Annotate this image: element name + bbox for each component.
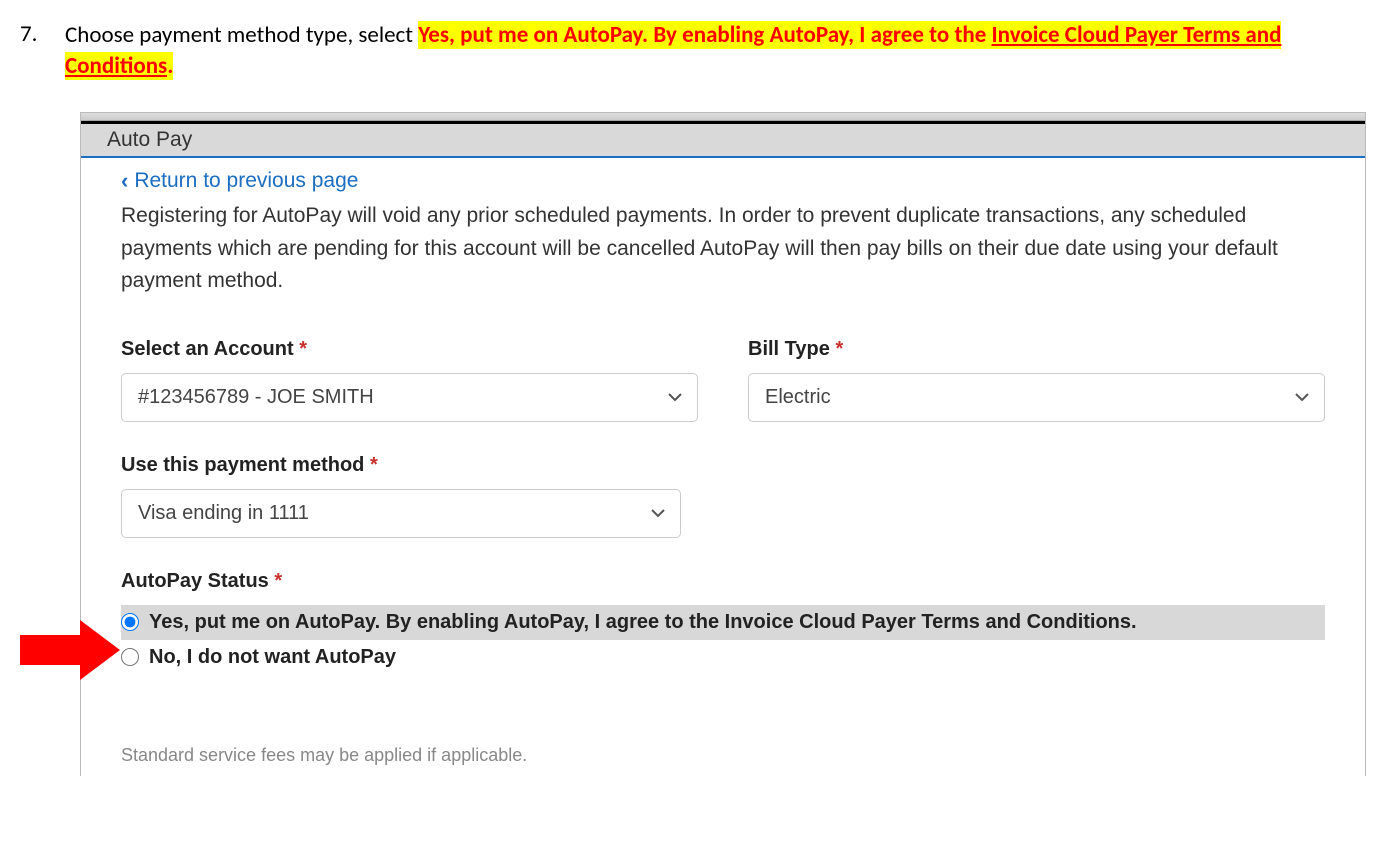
autopay-panel: Auto Pay ‹ Return to previous page Regis… <box>80 112 1366 776</box>
form-row-1: Select an Account * #123456789 - JOE SMI… <box>121 338 1325 422</box>
return-link-label: Return to previous page <box>134 169 358 193</box>
required-asterisk: * <box>835 338 843 360</box>
footer-note: Standard service fees may be applied if … <box>121 745 1325 766</box>
callout-arrow-icon <box>20 620 120 680</box>
required-asterisk: * <box>299 338 307 360</box>
instruction-step: 7. Choose payment method type, select Ye… <box>10 20 1366 82</box>
required-asterisk: * <box>370 454 378 476</box>
payment-field-group: Use this payment method * Visa ending in… <box>121 454 681 538</box>
billtype-select[interactable]: Electric <box>748 373 1325 422</box>
screenshot-container: Auto Pay ‹ Return to previous page Regis… <box>80 112 1366 776</box>
billtype-field-group: Bill Type * Electric <box>748 338 1325 422</box>
account-select-value: #123456789 - JOE SMITH <box>121 373 698 422</box>
panel-body: ‹ Return to previous page Registering fo… <box>81 158 1365 776</box>
radio-no-row[interactable]: No, I do not want AutoPay <box>121 640 1325 675</box>
payment-select[interactable]: Visa ending in 1111 <box>121 489 681 538</box>
payment-select-value: Visa ending in 1111 <box>121 489 681 538</box>
step-highlight-post: . <box>167 52 173 80</box>
billtype-label: Bill Type * <box>748 338 1325 361</box>
account-label: Select an Account * <box>121 338 698 361</box>
step-highlight-pre: Yes, put me on AutoPay. By enabling Auto… <box>418 21 991 49</box>
account-select[interactable]: #123456789 - JOE SMITH <box>121 373 698 422</box>
account-field-group: Select an Account * #123456789 - JOE SMI… <box>121 338 698 422</box>
autopay-radio-group: Yes, put me on AutoPay. By enabling Auto… <box>121 605 1325 675</box>
status-field-group: AutoPay Status * Yes, put me on AutoPay.… <box>121 570 1325 675</box>
radio-no[interactable] <box>121 648 139 666</box>
return-link[interactable]: ‹ Return to previous page <box>121 168 358 194</box>
step-text: Choose payment method type, select Yes, … <box>65 20 1366 82</box>
payment-label: Use this payment method * <box>121 454 681 477</box>
radio-no-label: No, I do not want AutoPay <box>149 646 396 669</box>
panel-topbar <box>81 113 1365 121</box>
required-asterisk: * <box>274 570 282 592</box>
chevron-left-icon: ‹ <box>121 168 128 194</box>
radio-yes-row[interactable]: Yes, put me on AutoPay. By enabling Auto… <box>121 605 1325 640</box>
billtype-select-value: Electric <box>748 373 1325 422</box>
status-label: AutoPay Status * <box>121 570 1325 593</box>
step-lead: Choose payment method type, select <box>65 21 418 49</box>
radio-yes-label: Yes, put me on AutoPay. By enabling Auto… <box>149 611 1137 634</box>
form-row-2: Use this payment method * Visa ending in… <box>121 454 1325 538</box>
info-text: Registering for AutoPay will void any pr… <box>121 200 1325 298</box>
panel-header: Auto Pay <box>81 124 1365 158</box>
radio-yes[interactable] <box>121 613 139 631</box>
step-number: 7. <box>20 20 45 82</box>
